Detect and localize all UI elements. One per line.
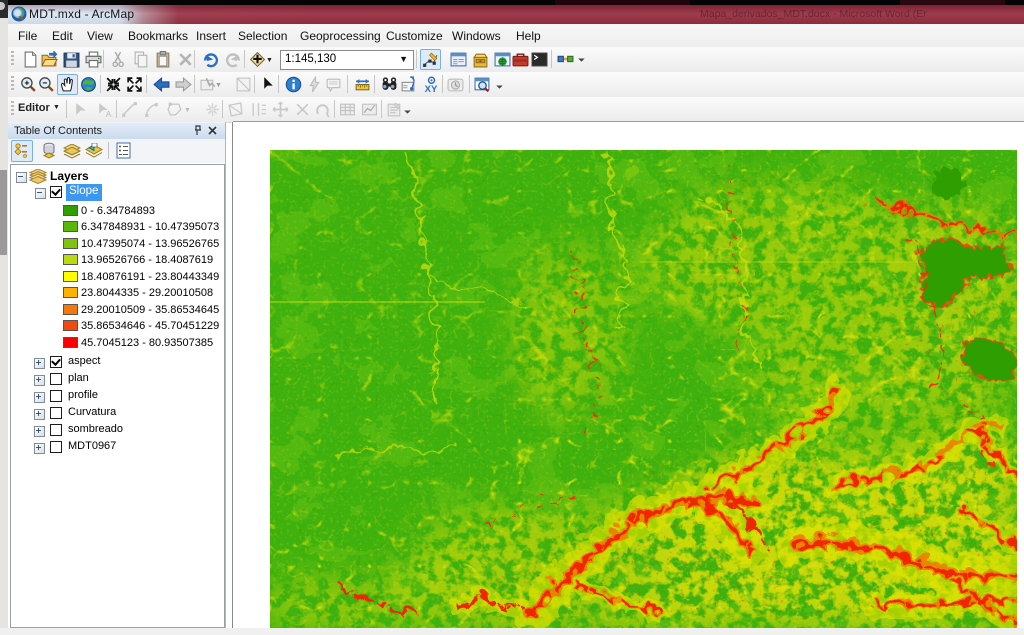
svg-text:A: A [106, 109, 112, 118]
svg-text:XY: XY [425, 84, 438, 93]
